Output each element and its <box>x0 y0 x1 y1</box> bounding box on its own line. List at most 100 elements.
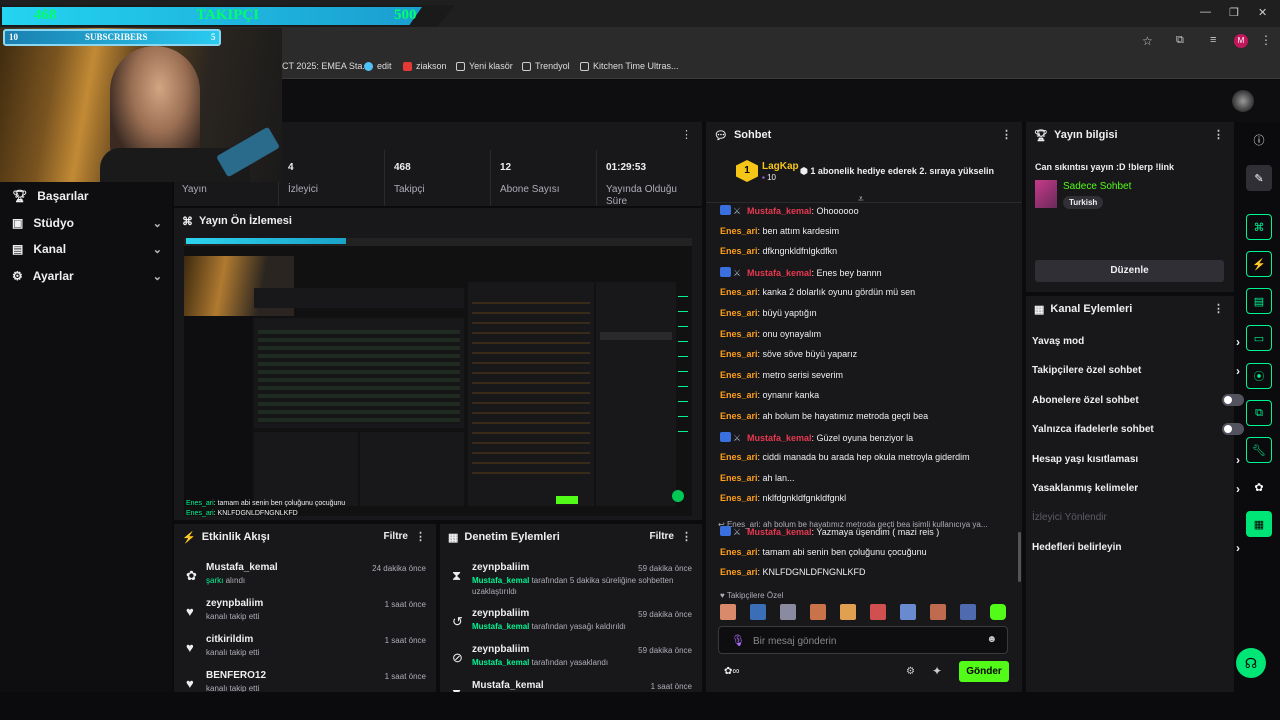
bookmark-folder[interactable]: Trendyol <box>522 61 570 71</box>
bookmark-star-icon[interactable]: ☆ <box>1142 34 1153 48</box>
channel-action-item[interactable]: Takipçilere özel sohbet › <box>1032 364 1240 378</box>
chat-username[interactable]: Enes_ari <box>720 308 758 318</box>
more-options-icon[interactable]: ⋮ <box>1213 128 1224 141</box>
sidebar-item-studio[interactable]: ▣ Stüdyo ⌄ <box>12 216 162 230</box>
extensions-icon[interactable]: ⧉ <box>1176 34 1184 47</box>
chat-username[interactable]: Enes_ari <box>720 390 758 400</box>
send-button[interactable]: Gönder <box>959 661 1009 682</box>
bookmark-folder[interactable]: Kitchen Time Ultras... <box>580 61 679 71</box>
chat-icon[interactable]: ▭ <box>1246 325 1272 351</box>
bookmark-item[interactable]: ziakson <box>403 61 447 71</box>
emote-menu-icon[interactable]: ✦ <box>932 664 942 678</box>
chat-username[interactable]: Enes_ari <box>720 226 758 236</box>
chat-username[interactable]: Mustafa_kemal <box>747 527 812 537</box>
more-options-icon[interactable]: ⋮ <box>415 530 426 543</box>
copy-icon[interactable]: ⧉ <box>1246 400 1272 426</box>
chat-message[interactable]: Enes_ari: ben attım kardesim <box>720 226 839 236</box>
chat-username[interactable]: Enes_ari <box>720 329 758 339</box>
chat-username[interactable]: Enes_ari <box>720 349 758 359</box>
chat-username[interactable]: Enes_ari <box>720 567 758 577</box>
more-options-icon[interactable]: ⋮ <box>681 530 692 543</box>
activity-filter-button[interactable]: Filtre <box>384 531 408 542</box>
chat-message[interactable]: Enes_ari: ciddi manada bu arada hep okul… <box>720 452 970 462</box>
chat-username[interactable]: Enes_ari <box>720 493 758 503</box>
chat-message[interactable]: Enes_ari: ah bolum be hayatımız metroda … <box>720 411 928 421</box>
emote[interactable] <box>720 604 736 620</box>
stream-preview-video[interactable]: Enes_ari: tamam abi senin ben çoluğunu ç… <box>184 238 692 517</box>
chat-input[interactable]: 🎙︎ Bir mesaj gönderin ☻ <box>718 626 1008 654</box>
chat-message[interactable]: Enes_ari: nklfdgnkldfgnkldfgnkl <box>720 493 846 503</box>
emote[interactable] <box>930 604 946 620</box>
emote[interactable] <box>960 604 976 620</box>
close-window-icon[interactable]: ✕ <box>1258 6 1267 19</box>
pencil-icon[interactable]: ✎ <box>1246 165 1272 191</box>
preview-icon[interactable]: ⌘ <box>1246 214 1272 240</box>
chat-message[interactable]: Enes_ari: oynanır kanka <box>720 390 819 400</box>
channel-action-item[interactable]: Hedefleri belirleyin › <box>1032 541 1240 555</box>
chat-username[interactable]: Enes_ari <box>720 411 758 421</box>
bookmark-item[interactable]: CT 2025: EMEA Sta... <box>282 61 370 71</box>
sidebar-item-achievements[interactable]: 🏆︎ Başarılar <box>12 189 162 203</box>
chat-username[interactable]: Enes_ari <box>720 246 758 256</box>
microphone-icon[interactable]: 🎙︎ <box>731 634 745 647</box>
chat-message[interactable]: Enes_ari: tamam abi senin ben çoluğunu ç… <box>720 547 927 557</box>
category-link[interactable]: Sadece Sohbet <box>1063 181 1131 192</box>
wrench-icon[interactable]: 🔧︎ <box>1246 437 1272 463</box>
chat-username[interactable]: Mustafa_kemal <box>747 433 812 443</box>
more-options-icon[interactable]: ⋮ <box>1001 128 1012 141</box>
emote[interactable] <box>990 604 1006 620</box>
emote[interactable] <box>780 604 796 620</box>
chat-message[interactable]: Enes_ari: büyü yaptığın <box>720 308 817 318</box>
info-icon[interactable]: ⓘ <box>1246 127 1272 153</box>
channel-avatar[interactable] <box>1232 90 1254 112</box>
emote[interactable] <box>870 604 886 620</box>
emote[interactable] <box>750 604 766 620</box>
bolt-icon[interactable]: ⚡ <box>1246 251 1272 277</box>
bookmark-item[interactable]: edit <box>364 61 392 71</box>
moderation-filter-button[interactable]: Filtre <box>650 531 674 542</box>
channel-action-item[interactable]: Yalnızca ifadelerle sohbet <box>1032 423 1244 436</box>
chat-username[interactable]: Enes_ari <box>720 370 758 380</box>
media-icon[interactable]: ≡ <box>1210 34 1216 46</box>
chat-message[interactable]: ⚔ Mustafa_kemal: Yazmaya üşendim ( mazi r… <box>720 526 939 537</box>
channel-action-item[interactable]: Yasaklanmış kelimeler › <box>1032 482 1240 496</box>
clapper-icon[interactable]: ▦ <box>1246 511 1272 537</box>
chat-username[interactable]: Mustafa_kemal <box>747 268 812 278</box>
emoji-icon[interactable]: ☻ <box>986 634 997 645</box>
chat-message[interactable]: Enes_ari: ah lan... <box>720 473 795 483</box>
tag-badge[interactable]: Turkish <box>1063 196 1104 209</box>
chat-message[interactable]: Enes_ari: onu oynayalım <box>720 329 821 339</box>
chat-username[interactable]: Enes_ari <box>720 473 758 483</box>
restore-icon[interactable]: ❐ <box>1229 6 1239 19</box>
chat-message[interactable]: Enes_ari: dfkngnkldfnlgkdfkn <box>720 246 837 256</box>
browser-menu-icon[interactable]: ⋮ <box>1260 33 1272 47</box>
minimize-icon[interactable]: — <box>1200 6 1211 18</box>
chat-message[interactable]: Enes_ari: kanka 2 dolarlık oyunu gördün … <box>720 287 915 297</box>
chat-username[interactable]: Enes_ari <box>720 287 758 297</box>
toggle-switch[interactable] <box>1222 423 1244 436</box>
chat-username[interactable]: Enes_ari <box>720 452 758 462</box>
toggle-switch[interactable] <box>1222 393 1244 406</box>
chat-scrollbar[interactable] <box>1018 532 1021 582</box>
chat-message[interactable]: ⚔ Mustafa_kemal: Enes bey bannn <box>720 266 882 278</box>
sidebar-item-settings[interactable]: ⚙ Ayarlar ⌄ <box>12 269 162 283</box>
edit-button[interactable]: Düzenle <box>1035 260 1224 282</box>
emote[interactable] <box>900 604 916 620</box>
chat-username[interactable]: Enes_ari <box>720 547 758 557</box>
collapse-icon[interactable]: ⩡ <box>858 194 864 205</box>
channel-action-item[interactable]: Hesap yaşı kısıtlaması › <box>1032 453 1240 467</box>
kick-points-icon[interactable]: ✿∞ <box>724 666 740 677</box>
document-icon[interactable]: ▤ <box>1246 288 1272 314</box>
broadcast-icon[interactable]: ⦿ <box>1246 363 1272 389</box>
gift-icon[interactable]: ✿ <box>1246 474 1272 500</box>
help-headset-icon[interactable]: ☊ <box>1236 648 1266 678</box>
emote[interactable] <box>840 604 856 620</box>
chat-message[interactable]: ⚔ Mustafa_kemal: Güzel oyuna benziyor la <box>720 431 913 443</box>
chat-message[interactable]: Enes_ari: KNLFDGNLDFNGNLKFD <box>720 567 866 577</box>
profile-avatar[interactable]: M <box>1234 34 1248 48</box>
bookmark-folder[interactable]: Yeni klasör <box>456 61 513 71</box>
settings-icon[interactable]: ⚙ <box>906 666 915 677</box>
emote[interactable] <box>810 604 826 620</box>
channel-action-item[interactable]: Yavaş mod › <box>1032 335 1240 349</box>
chat-message[interactable]: Enes_ari: söve söve büyü yaparız <box>720 349 857 359</box>
